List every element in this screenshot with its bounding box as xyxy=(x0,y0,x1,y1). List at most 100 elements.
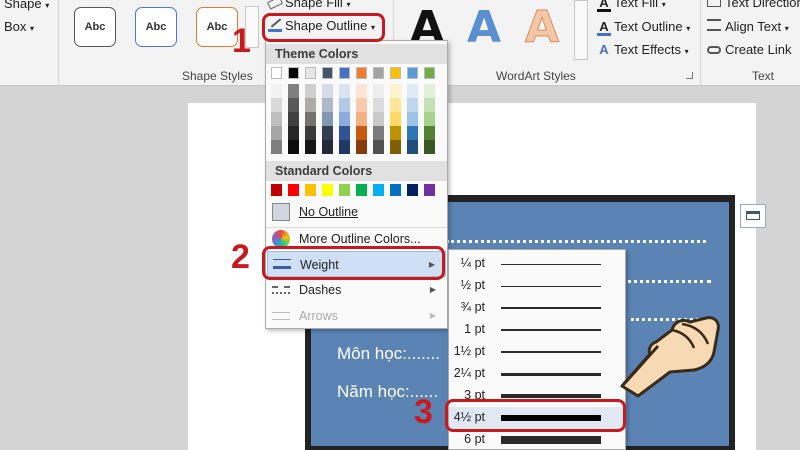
layout-options-icon[interactable] xyxy=(740,204,766,228)
theme-color-shade[interactable] xyxy=(373,98,384,112)
theme-color-shade[interactable] xyxy=(322,140,333,154)
theme-color-shade[interactable] xyxy=(356,126,367,140)
theme-color-swatch[interactable] xyxy=(322,67,333,79)
weight-option-label: 1 pt xyxy=(464,322,485,336)
text-box-button[interactable]: Box ▾ xyxy=(4,18,34,38)
weight-line-sample xyxy=(501,329,601,331)
theme-color-shade[interactable] xyxy=(373,140,384,154)
theme-color-shade[interactable] xyxy=(339,112,350,126)
theme-color-shade[interactable] xyxy=(322,98,333,112)
theme-color-shade[interactable] xyxy=(322,126,333,140)
theme-color-shade[interactable] xyxy=(356,98,367,112)
theme-color-shade[interactable] xyxy=(305,126,316,140)
weight-option[interactable]: 1½ pt xyxy=(449,341,625,363)
theme-color-shade[interactable] xyxy=(356,112,367,126)
theme-color-shade[interactable] xyxy=(407,126,418,140)
standard-color-swatch[interactable] xyxy=(356,184,367,196)
dashes-item[interactable]: Dashes ▶ xyxy=(267,277,446,303)
wordart-gallery-scroll[interactable] xyxy=(574,0,588,60)
theme-color-shade[interactable] xyxy=(271,112,282,126)
text-fill-button[interactable]: A Text Fill ▾ xyxy=(597,0,666,14)
theme-color-shade[interactable] xyxy=(288,112,299,126)
theme-color-shade[interactable] xyxy=(424,84,435,98)
text-outline-button[interactable]: A Text Outline ▾ xyxy=(597,18,690,38)
weight-option[interactable]: 1 pt xyxy=(449,319,625,341)
weight-option[interactable]: ½ pt xyxy=(449,275,625,297)
standard-color-swatch[interactable] xyxy=(271,184,282,196)
pointing-hand-icon xyxy=(620,316,720,398)
create-link-button[interactable]: Create Link xyxy=(707,41,791,59)
theme-color-shade[interactable] xyxy=(305,140,316,154)
theme-color-swatch[interactable] xyxy=(424,67,435,79)
theme-color-shade[interactable] xyxy=(407,98,418,112)
theme-color-swatch[interactable] xyxy=(288,67,299,79)
theme-color-swatch[interactable] xyxy=(339,67,350,79)
theme-color-shade[interactable] xyxy=(373,84,384,98)
theme-color-shade[interactable] xyxy=(373,112,384,126)
theme-color-shade[interactable] xyxy=(288,126,299,140)
theme-color-shade[interactable] xyxy=(322,84,333,98)
theme-color-shade[interactable] xyxy=(322,112,333,126)
theme-color-shade[interactable] xyxy=(390,84,401,98)
theme-color-shade[interactable] xyxy=(271,98,282,112)
wordart-style-3[interactable]: A xyxy=(524,2,559,53)
theme-color-shade[interactable] xyxy=(373,126,384,140)
shape-fill-button[interactable]: Shape Fill ▾ xyxy=(266,0,350,14)
theme-color-shade[interactable] xyxy=(424,98,435,112)
theme-color-swatch[interactable] xyxy=(305,67,316,79)
theme-color-shade[interactable] xyxy=(390,112,401,126)
theme-color-shade[interactable] xyxy=(424,140,435,154)
theme-color-shade[interactable] xyxy=(356,140,367,154)
standard-color-swatch[interactable] xyxy=(288,184,299,196)
theme-color-shade[interactable] xyxy=(390,126,401,140)
standard-color-swatch[interactable] xyxy=(373,184,384,196)
theme-color-shade[interactable] xyxy=(288,98,299,112)
theme-color-shade[interactable] xyxy=(356,84,367,98)
theme-color-shade[interactable] xyxy=(305,112,316,126)
theme-color-shade[interactable] xyxy=(339,84,350,98)
highlight-shape-outline xyxy=(262,13,385,42)
theme-color-swatch[interactable] xyxy=(373,67,384,79)
theme-color-swatch[interactable] xyxy=(407,67,418,79)
theme-color-shade[interactable] xyxy=(288,84,299,98)
theme-color-shade[interactable] xyxy=(390,98,401,112)
theme-color-shade[interactable] xyxy=(305,84,316,98)
theme-color-shade[interactable] xyxy=(424,126,435,140)
shape-outline-menu: Theme Colors Standard Colors No Outline … xyxy=(265,40,448,329)
text-effects-button[interactable]: A Text Effects ▾ xyxy=(597,41,688,61)
theme-color-shade[interactable] xyxy=(339,140,350,154)
align-text-button[interactable]: Align Text ▾ xyxy=(707,18,789,38)
theme-color-shade[interactable] xyxy=(424,112,435,126)
theme-color-swatch[interactable] xyxy=(390,67,401,79)
text-direction-button[interactable]: Text Direction xyxy=(707,0,800,12)
standard-color-swatch[interactable] xyxy=(407,184,418,196)
standard-color-swatch[interactable] xyxy=(339,184,350,196)
standard-color-swatch[interactable] xyxy=(305,184,316,196)
wordart-style-2[interactable]: A xyxy=(467,3,501,53)
theme-color-shade[interactable] xyxy=(407,140,418,154)
standard-color-swatch[interactable] xyxy=(424,184,435,196)
theme-color-shade[interactable] xyxy=(390,140,401,154)
dialog-launcher-icon[interactable] xyxy=(686,72,693,79)
no-outline-item[interactable]: No Outline xyxy=(267,199,446,225)
theme-color-shade[interactable] xyxy=(271,84,282,98)
weight-option[interactable]: 6 pt xyxy=(449,429,625,450)
theme-color-shade[interactable] xyxy=(407,84,418,98)
theme-color-shade[interactable] xyxy=(407,112,418,126)
weight-option[interactable]: ¾ pt xyxy=(449,297,625,319)
theme-color-shade[interactable] xyxy=(271,126,282,140)
shape-style-1[interactable]: Abc xyxy=(74,7,116,47)
weight-option[interactable]: ¼ pt xyxy=(449,253,625,275)
shape-button[interactable]: Shape ▾ xyxy=(4,0,49,15)
theme-color-shade[interactable] xyxy=(339,126,350,140)
theme-color-swatch[interactable] xyxy=(356,67,367,79)
theme-color-swatch[interactable] xyxy=(271,67,282,79)
theme-color-shade[interactable] xyxy=(339,98,350,112)
shape-style-2[interactable]: Abc xyxy=(135,7,177,47)
theme-color-shade[interactable] xyxy=(288,140,299,154)
weight-option[interactable]: 2¼ pt xyxy=(449,363,625,385)
standard-color-swatch[interactable] xyxy=(390,184,401,196)
theme-color-shade[interactable] xyxy=(271,140,282,154)
theme-color-shade[interactable] xyxy=(305,98,316,112)
standard-color-swatch[interactable] xyxy=(322,184,333,196)
